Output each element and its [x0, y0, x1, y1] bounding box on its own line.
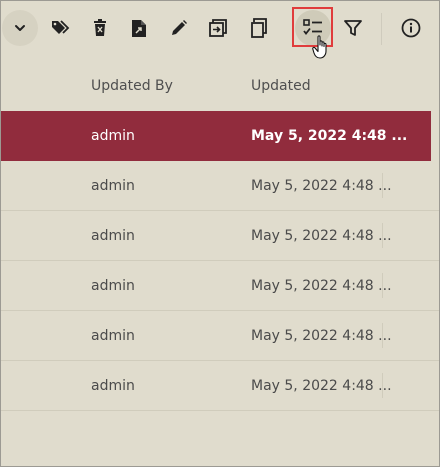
copy-icon — [250, 18, 268, 38]
chevron-down-button[interactable] — [2, 10, 38, 46]
hand-cursor-icon — [312, 34, 332, 64]
updated-cell: May 5, 2022 4:48 ... — [251, 227, 392, 244]
table-row[interactable]: admin May 5, 2022 4:48 ... — [1, 361, 439, 411]
updated-cell: May 5, 2022 4:48 ... — [251, 277, 392, 294]
move-to-icon — [208, 18, 228, 38]
move-to-button[interactable] — [200, 10, 236, 46]
export-file-icon — [131, 19, 147, 38]
table-header: Updated By Updated — [1, 63, 439, 109]
column-divider — [382, 223, 383, 248]
column-divider — [382, 273, 383, 298]
updated-by-cell: admin — [91, 377, 135, 394]
copy-button[interactable] — [241, 10, 277, 46]
updated-cell: May 5, 2022 4:48 ... — [251, 377, 392, 394]
table-row[interactable]: admin May 5, 2022 4:48 ... — [1, 311, 439, 361]
info-icon — [401, 18, 421, 38]
table-row[interactable]: admin May 5, 2022 4:48 ... — [1, 161, 439, 211]
delete-bin-icon — [92, 19, 108, 37]
edit-button[interactable] — [161, 10, 197, 46]
table-row[interactable]: admin May 5, 2022 4:48 ... — [1, 111, 431, 161]
tags-icon — [51, 19, 71, 37]
toolbar — [1, 1, 439, 59]
filter-button[interactable] — [335, 10, 371, 46]
updated-by-cell: admin — [91, 177, 135, 194]
export-button[interactable] — [121, 10, 157, 46]
delete-button[interactable] — [82, 10, 118, 46]
updated-cell: May 5, 2022 4:48 ... — [251, 127, 408, 144]
edit-pencil-icon — [170, 19, 188, 37]
table-body: admin May 5, 2022 4:48 ... admin May 5, … — [1, 111, 439, 411]
updated-cell: May 5, 2022 4:48 ... — [251, 177, 392, 194]
updated-by-cell: admin — [91, 227, 135, 244]
column-divider — [382, 323, 383, 348]
column-header-updated-by[interactable]: Updated By — [91, 63, 173, 109]
updated-cell: May 5, 2022 4:48 ... — [251, 327, 392, 344]
chevron-down-icon — [13, 21, 27, 35]
updated-by-cell: admin — [91, 277, 135, 294]
column-header-updated[interactable]: Updated — [251, 63, 311, 109]
toolbar-divider — [381, 13, 382, 45]
filter-icon — [344, 19, 362, 37]
table-row[interactable]: admin May 5, 2022 4:48 ... — [1, 261, 439, 311]
info-button[interactable] — [393, 10, 429, 46]
column-divider — [382, 173, 383, 198]
column-divider — [382, 373, 383, 398]
tags-button[interactable] — [43, 10, 79, 46]
updated-by-cell: admin — [91, 327, 135, 344]
window-frame: Updated By Updated admin May 5, 2022 4:4… — [0, 0, 440, 467]
table-row[interactable]: admin May 5, 2022 4:48 ... — [1, 211, 439, 261]
updated-by-cell: admin — [91, 127, 135, 144]
